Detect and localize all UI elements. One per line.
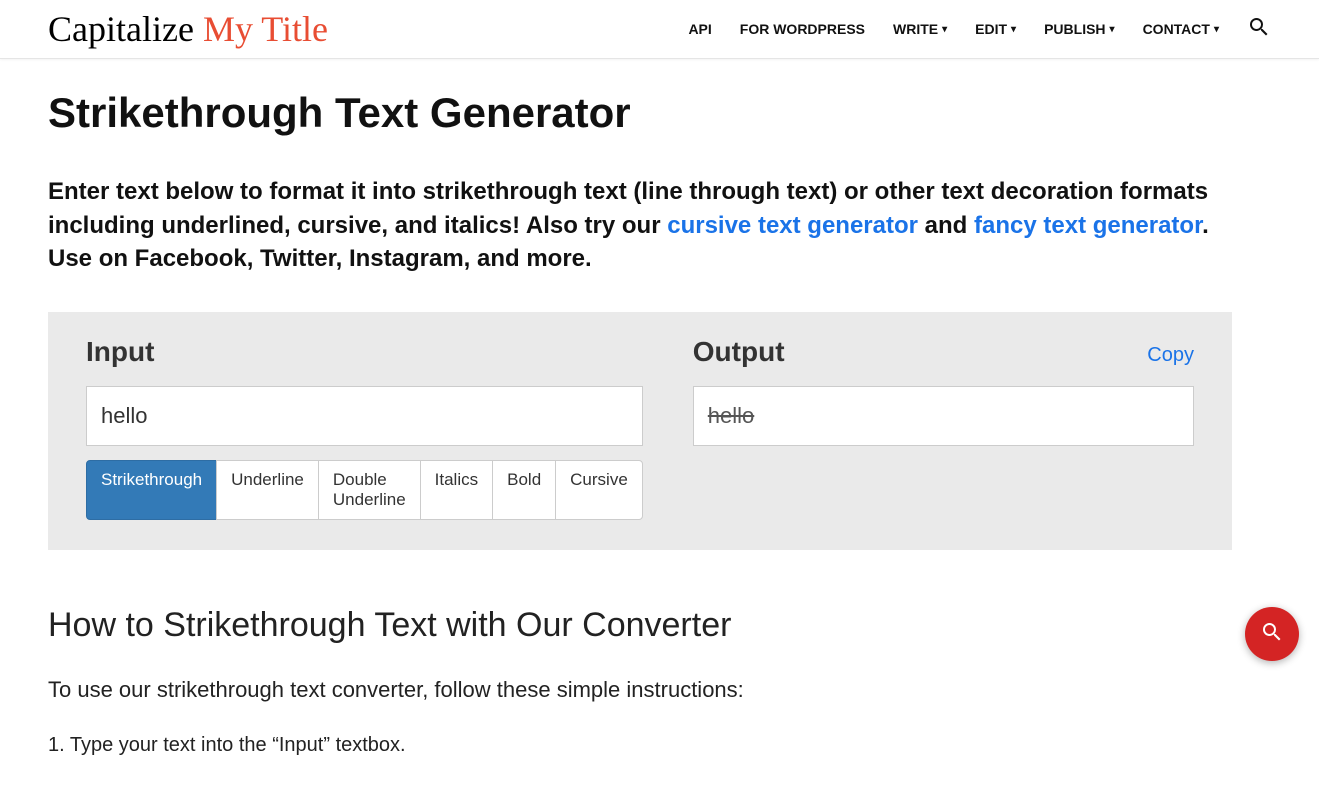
search-fab-button[interactable] xyxy=(1245,607,1299,661)
output-label: Output xyxy=(693,336,785,368)
nav-publish[interactable]: PUBLISH ▾ xyxy=(1044,21,1114,37)
tab-underline[interactable]: Underline xyxy=(216,460,319,520)
main-nav: API FOR WORDPRESS WRITE▾ EDIT▾ PUBLISH▾ … xyxy=(688,15,1271,44)
tab-cursive[interactable]: Cursive xyxy=(555,460,643,520)
search-icon[interactable] xyxy=(1247,15,1271,44)
fancy-generator-link[interactable]: fancy text generator xyxy=(974,212,1202,239)
chevron-down-icon: ▾ xyxy=(942,24,947,35)
intro-paragraph: Enter text below to format it into strik… xyxy=(48,175,1232,276)
site-header: Capitalize My Title API FOR WORDPRESS WR… xyxy=(0,0,1319,59)
tab-italics[interactable]: Italics xyxy=(420,460,493,520)
tab-double-underline[interactable]: Double Underline xyxy=(318,460,421,520)
main-content: Strikethrough Text Generator Enter text … xyxy=(0,59,1280,787)
cursive-generator-link[interactable]: cursive text generator xyxy=(667,212,918,239)
tool-panel: Input Strikethrough Underline Double Und… xyxy=(48,312,1232,550)
tab-strikethrough[interactable]: Strikethrough xyxy=(86,460,217,520)
chevron-down-icon: ▾ xyxy=(1011,24,1016,35)
chevron-down-icon: ▾ xyxy=(1110,24,1115,35)
output-column: Output Copy hello xyxy=(693,336,1194,520)
nav-contact-label: CONTACT xyxy=(1143,21,1210,37)
nav-contact[interactable]: CONTACT ▾ xyxy=(1143,21,1219,37)
nav-write-label: WRITE xyxy=(893,21,938,37)
copy-button[interactable]: Copy xyxy=(1147,344,1194,367)
input-column: Input Strikethrough Underline Double Und… xyxy=(86,336,643,520)
nav-api-label: API xyxy=(688,21,711,37)
nav-wordpress[interactable]: FOR WORDPRESS xyxy=(740,21,865,37)
output-header: Output Copy xyxy=(693,336,1194,368)
tab-bold[interactable]: Bold xyxy=(492,460,556,520)
input-label: Input xyxy=(86,336,154,368)
input-header: Input xyxy=(86,336,643,368)
nav-edit-label: EDIT xyxy=(975,21,1007,37)
page-title: Strikethrough Text Generator xyxy=(48,89,1232,137)
format-tabs: Strikethrough Underline Double Underline… xyxy=(86,460,643,520)
site-logo[interactable]: Capitalize My Title xyxy=(48,8,328,50)
output-value: hello xyxy=(708,403,754,428)
intro-text-2: and xyxy=(918,212,974,239)
nav-wordpress-label: FOR WORDPRESS xyxy=(740,21,865,37)
chevron-down-icon: ▾ xyxy=(1214,24,1219,35)
search-icon xyxy=(1260,620,1284,649)
howto-title: How to Strikethrough Text with Our Conve… xyxy=(48,606,1232,645)
howto-intro: To use our strikethrough text converter,… xyxy=(48,673,768,706)
output-textbox[interactable]: hello xyxy=(693,386,1194,446)
nav-edit[interactable]: EDIT ▾ xyxy=(975,21,1016,37)
nav-publish-label: PUBLISH xyxy=(1044,21,1105,37)
logo-text-part2: My Title xyxy=(203,9,328,49)
logo-text-part1: Capitalize xyxy=(48,9,203,49)
howto-step-1: 1. Type your text into the “Input” textb… xyxy=(48,734,1232,757)
input-textbox[interactable] xyxy=(86,386,643,446)
nav-write[interactable]: WRITE ▾ xyxy=(893,21,947,37)
nav-api[interactable]: API xyxy=(688,21,711,37)
